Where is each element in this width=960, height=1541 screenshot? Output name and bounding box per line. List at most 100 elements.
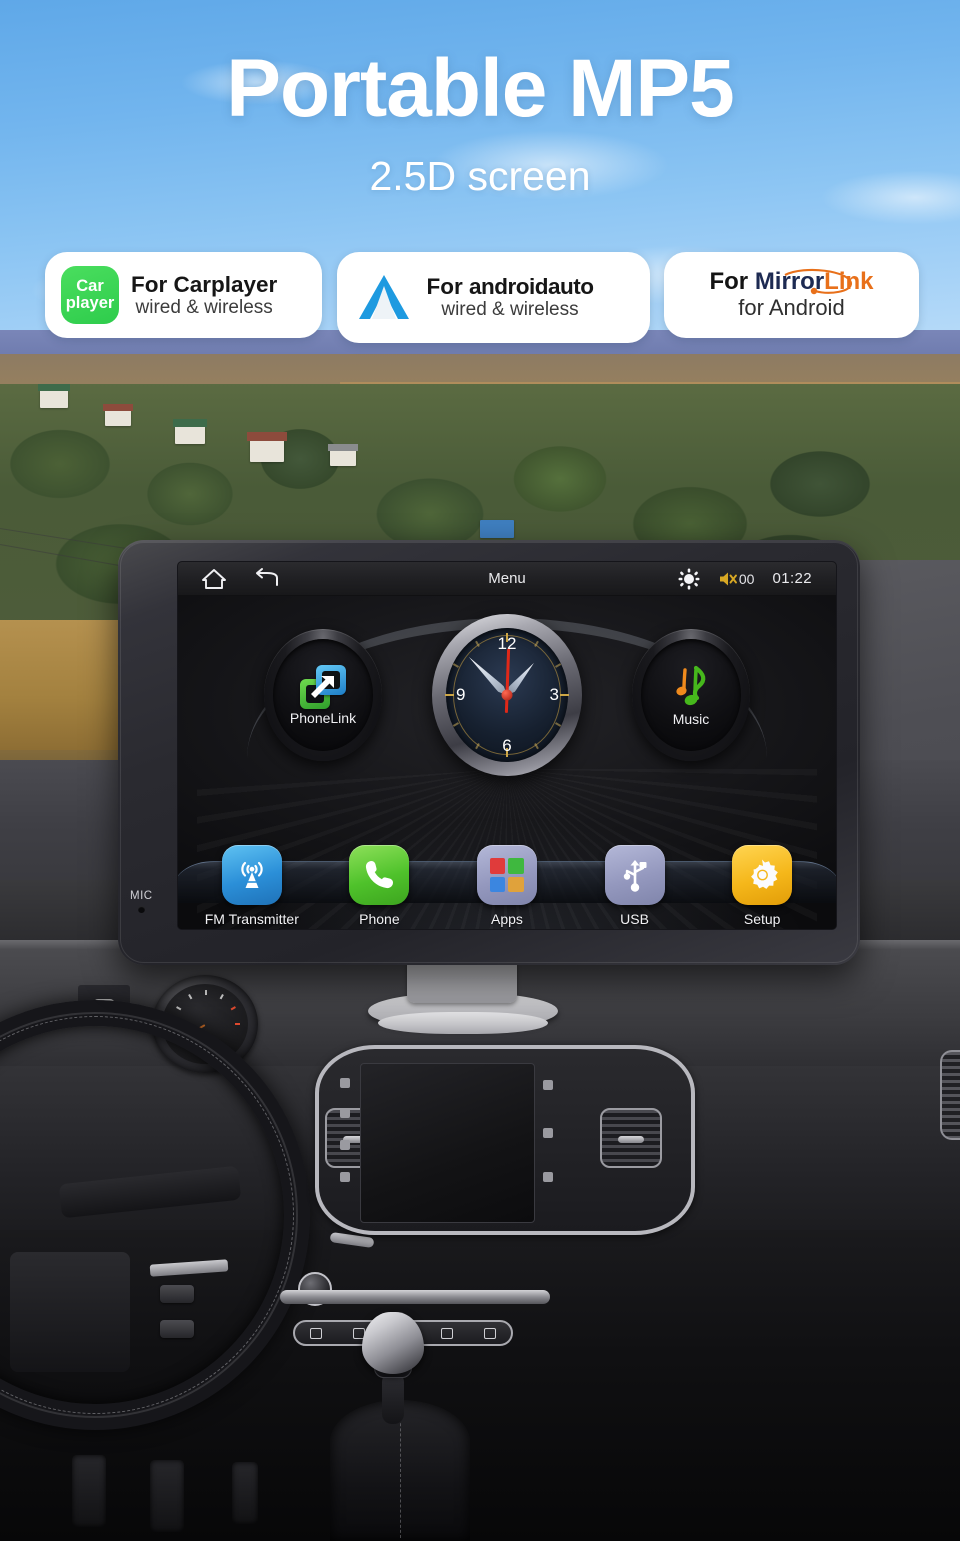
clock-numeral-3: 3 (549, 685, 559, 704)
apps-grid-cell-green (508, 858, 524, 874)
app-dock: FM Transmitter Phone Apps USB Setup (178, 801, 836, 929)
carplayer-logo-icon: Car player (61, 266, 119, 324)
clock-tick (452, 663, 460, 668)
head-unit-button[interactable] (340, 1172, 350, 1182)
carplayer-logo-line2: player (65, 294, 115, 312)
music-note-icon (669, 664, 713, 710)
head-unit-button[interactable] (340, 1108, 350, 1118)
clock-tick (445, 694, 454, 696)
gauge-tick-redline (235, 1023, 240, 1025)
app-setup[interactable]: Setup (707, 845, 817, 927)
widget-phonelink[interactable]: PhoneLink (264, 629, 382, 761)
head-unit-button[interactable] (340, 1078, 350, 1088)
android-auto-logo-icon (353, 269, 415, 327)
shifter-shaft (382, 1372, 404, 1424)
back-arrow-icon[interactable] (252, 566, 282, 592)
village-house (480, 520, 514, 538)
phone-handset-icon (349, 845, 410, 905)
app-apps-label: Apps (491, 911, 523, 927)
head-unit-button[interactable] (340, 1140, 350, 1150)
head-unit-button[interactable] (543, 1128, 553, 1138)
volume-value: 00 (738, 570, 755, 587)
android-auto-wordmark: androidauto (469, 274, 594, 300)
village-house (330, 450, 356, 466)
badge-carplayer[interactable]: Car player For Carplayer wired & wireles… (45, 252, 322, 338)
page-title: Portable MP5 (226, 43, 734, 134)
village-roof (173, 419, 207, 427)
village-house (105, 410, 131, 426)
app-fm-transmitter-label: FM Transmitter (204, 911, 299, 927)
device-screen[interactable]: Menu 00 01:22 PhoneLink 12 3 6 9 Music F… (178, 562, 836, 929)
village-roof (328, 444, 358, 451)
brightness-sun-icon[interactable] (678, 568, 700, 590)
portable-mp5-device[interactable]: Menu 00 01:22 PhoneLink 12 3 6 9 Music F… (118, 540, 860, 965)
steering-wheel-hub (10, 1252, 130, 1372)
widget-music[interactable]: Music (632, 629, 750, 761)
mirrorlink-swoosh-icon (785, 269, 853, 295)
app-phone-label: Phone (359, 911, 400, 927)
widget-clock[interactable]: 12 3 6 9 (432, 614, 582, 776)
gauge-tick-redline (230, 1006, 236, 1011)
carplayer-logo-line1: Car (76, 277, 104, 296)
dock-app-list: FM Transmitter Phone Apps USB Setup (178, 845, 836, 927)
badge-android-auto-subtitle: wired & wireless (441, 299, 579, 321)
widget-music-label: Music (672, 710, 710, 727)
head-unit-button[interactable] (543, 1080, 553, 1090)
phonelink-arrow-icon (310, 675, 334, 698)
app-fm-transmitter[interactable]: FM Transmitter (197, 845, 307, 927)
page-subtitle: 2.5D screen (369, 153, 591, 199)
gear-shift-knob[interactable] (362, 1312, 424, 1374)
gear-icon (732, 845, 793, 905)
clock-numeral-9: 9 (456, 685, 466, 704)
clock-tick (452, 722, 460, 727)
app-phone[interactable]: Phone (324, 845, 434, 927)
apps-grid-icon (476, 845, 537, 905)
volume-mute-icon[interactable] (718, 569, 738, 589)
steering-wheel-button[interactable] (160, 1320, 194, 1338)
gauge-tick (219, 994, 224, 1000)
apps-grid-cell-orange (508, 876, 524, 892)
factory-head-unit-screen[interactable] (360, 1063, 535, 1223)
home-screen: PhoneLink 12 3 6 9 Music FM Transmitter … (178, 596, 836, 929)
gauge-tick (176, 1006, 182, 1011)
parking-sensor-icon[interactable] (483, 1327, 496, 1339)
badge-mirrorlink-subtitle: for Android (738, 295, 845, 321)
mirrorlink-wordmark: For MirrorLink (709, 268, 873, 296)
apps-grid-cell-red (489, 858, 506, 874)
apps-grid-cell-blue (489, 876, 506, 892)
product-banner: Portable MP5 2.5D screen Car player For … (0, 0, 960, 1541)
app-setup-label: Setup (743, 911, 781, 927)
volume-status[interactable]: 00 (718, 569, 755, 589)
clock-center-cap (501, 689, 513, 701)
badge-android-auto-title: For androidauto (427, 274, 594, 299)
app-apps[interactable]: Apps (452, 845, 562, 927)
analog-clock-icon: 12 3 6 9 (445, 628, 569, 762)
gauge-tick (188, 994, 193, 1000)
door-lock-icon[interactable] (310, 1327, 323, 1339)
usb-icon (604, 845, 665, 905)
status-bar-right: 00 01:22 (678, 568, 836, 590)
village-house (40, 390, 68, 408)
fm-antenna-icon (221, 845, 282, 905)
village-roof (103, 404, 133, 411)
front-defrost-icon[interactable] (441, 1327, 454, 1339)
status-bar: Menu 00 01:22 (178, 562, 836, 596)
badge-prefix: For (426, 274, 469, 300)
head-unit-button[interactable] (543, 1172, 553, 1182)
compatibility-badges: Car player For Carplayer wired & wireles… (45, 252, 919, 348)
mic-hole-icon (138, 906, 145, 913)
badge-carplayer-text: For Carplayer wired & wireless (131, 272, 277, 318)
brake-pedal (72, 1455, 106, 1527)
clutch-pedal (232, 1462, 258, 1524)
widget-row: PhoneLink 12 3 6 9 Music (178, 610, 836, 780)
accelerator-pedal (150, 1460, 184, 1532)
village-house (250, 440, 284, 462)
home-icon[interactable] (200, 566, 228, 592)
widget-phonelink-content: PhoneLink (290, 664, 356, 726)
app-usb[interactable]: USB (580, 845, 690, 927)
air-vent-knob[interactable] (618, 1136, 644, 1143)
badge-mirrorlink[interactable]: For MirrorLink for Android (664, 252, 919, 338)
badge-android-auto[interactable]: For androidauto wired & wireless (336, 252, 650, 343)
steering-wheel-button[interactable] (160, 1285, 194, 1303)
gauge-tick (205, 990, 207, 995)
